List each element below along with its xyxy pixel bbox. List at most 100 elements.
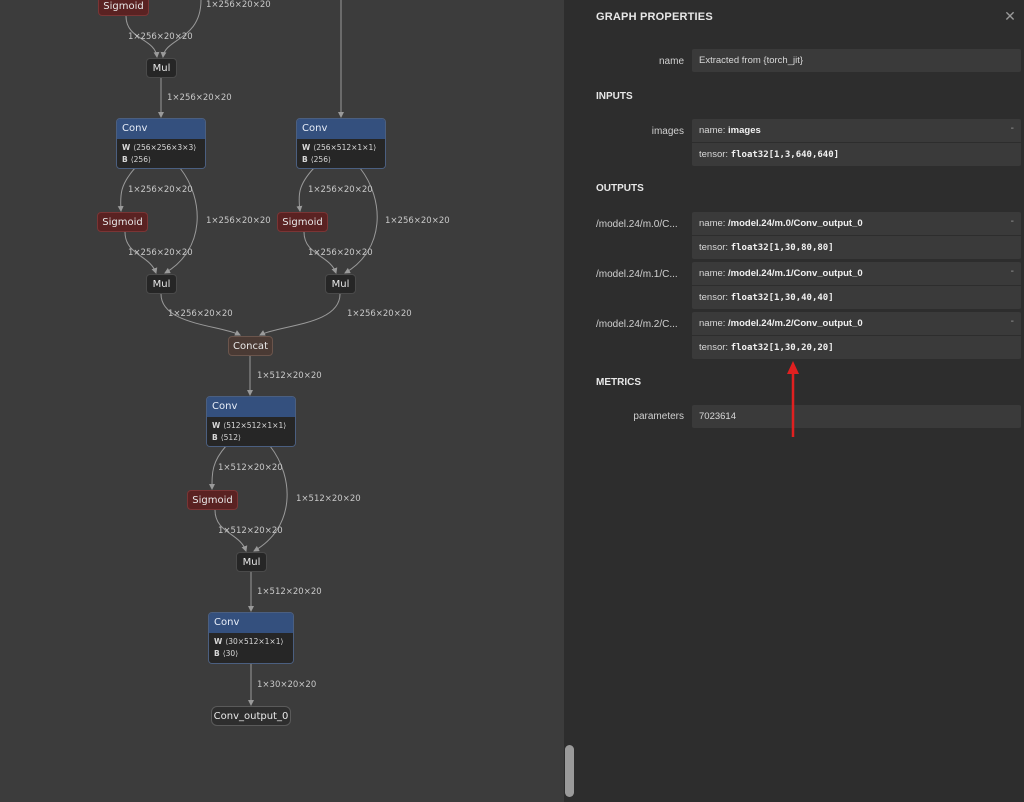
edge-label: 1×256×20×20: [128, 185, 193, 195]
edge-label: 1×256×20×20: [206, 0, 271, 10]
conv-node[interactable]: Conv W ⟨30×512×1×1⟩ B ⟨30⟩: [208, 612, 294, 664]
name-value: Extracted from {torch_jit}: [699, 55, 804, 66]
name-key: name:: [699, 268, 729, 279]
input-box[interactable]: name: images tensor: float32[1,3,640,640…: [692, 119, 1021, 166]
conv-node-attrs: W ⟨256×512×1×1⟩ B ⟨256⟩: [297, 139, 385, 168]
weight-shape: ⟨30×512×1×1⟩: [225, 637, 284, 646]
bias-key: B: [214, 649, 220, 658]
conv-node-op: Conv: [209, 613, 293, 633]
collapse-toggle[interactable]: -: [1011, 123, 1014, 134]
output-box[interactable]: name: /model.24/m.2/Conv_output_0 tensor…: [692, 312, 1021, 359]
bias-key: B: [302, 155, 308, 164]
output-tensor-line: tensor: float32[1,30,80,80]: [692, 235, 1021, 259]
conv-node[interactable]: Conv W ⟨512×512×1×1⟩ B ⟨512⟩: [206, 396, 296, 447]
output-tensor-line: tensor: float32[1,30,20,20]: [692, 335, 1021, 359]
output-tensor: float32[1,30,40,40]: [730, 293, 834, 303]
output-name-line: name: /model.24/m.1/Conv_output_0: [692, 262, 1021, 285]
name-key: name:: [699, 125, 729, 136]
edge-label: 1×512×20×20: [218, 463, 283, 473]
output-name-line: name: /model.24/m.2/Conv_output_0: [692, 312, 1021, 335]
collapse-toggle[interactable]: -: [1011, 216, 1014, 227]
output-label: /model.24/m.1/C...: [596, 269, 678, 280]
mul-node[interactable]: Mul: [146, 274, 177, 294]
weight-key: W: [214, 637, 223, 646]
mul-node[interactable]: Mul: [146, 58, 177, 78]
collapse-toggle[interactable]: -: [1011, 316, 1014, 327]
conv-node[interactable]: Conv W ⟨256×256×3×3⟩ B ⟨256⟩: [116, 118, 206, 169]
name-key: name:: [699, 218, 729, 229]
graph-scrollbar[interactable]: [565, 745, 574, 797]
output-tensor: float32[1,30,80,80]: [730, 243, 834, 253]
input-name: images: [728, 125, 761, 136]
inputs-heading: INPUTS: [596, 91, 633, 102]
bias-shape: ⟨256⟩: [130, 155, 151, 164]
output-node[interactable]: Conv_output_0: [211, 706, 291, 726]
weight-shape: ⟨256×512×1×1⟩: [313, 143, 377, 152]
bias-shape: ⟨512⟩: [220, 433, 241, 442]
output-tensor-line: tensor: float32[1,30,40,40]: [692, 285, 1021, 309]
conv-node-op: Conv: [207, 397, 295, 417]
output-name: /model.24/m.0/Conv_output_0: [728, 218, 863, 229]
output-label: /model.24/m.0/C...: [596, 219, 678, 230]
weight-shape: ⟨256×256×3×3⟩: [133, 143, 197, 152]
sigmoid-node[interactable]: Sigmoid: [277, 212, 328, 232]
edge-label: 1×512×20×20: [218, 526, 283, 536]
output-name-line: name: /model.24/m.0/Conv_output_0: [692, 212, 1021, 235]
bias-key: B: [212, 433, 218, 442]
edge-label: 1×256×20×20: [206, 216, 271, 226]
output-box[interactable]: name: /model.24/m.0/Conv_output_0 tensor…: [692, 212, 1021, 259]
parameters-value: 7023614: [699, 411, 736, 422]
edge-label: 1×256×20×20: [167, 93, 232, 103]
mul-node[interactable]: Mul: [325, 274, 356, 294]
weight-key: W: [122, 143, 131, 152]
edge-label: 1×512×20×20: [257, 371, 322, 381]
graph-canvas[interactable]: 1×256×20×20 1×256×20×20 1×256×20×20 1×25…: [0, 0, 564, 802]
conv-node-op: Conv: [297, 119, 385, 139]
output-name: /model.24/m.1/Conv_output_0: [728, 268, 863, 279]
conv-node[interactable]: Conv W ⟨256×512×1×1⟩ B ⟨256⟩: [296, 118, 386, 169]
mul-node[interactable]: Mul: [236, 552, 267, 572]
input-label: images: [651, 126, 684, 137]
edge-label: 1×256×20×20: [308, 185, 373, 195]
tensor-key: tensor:: [699, 292, 731, 303]
weight-key: W: [302, 143, 311, 152]
edge-label: 1×256×20×20: [168, 309, 233, 319]
output-tensor: float32[1,30,20,20]: [730, 343, 834, 353]
sigmoid-node[interactable]: Sigmoid: [187, 490, 238, 510]
edge-label: 1×256×20×20: [128, 32, 193, 42]
sigmoid-node[interactable]: Sigmoid: [97, 212, 148, 232]
conv-node-attrs: W ⟨30×512×1×1⟩ B ⟨30⟩: [209, 633, 293, 663]
concat-node[interactable]: Concat: [228, 336, 273, 356]
weight-key: W: [212, 421, 221, 430]
close-icon[interactable]: ✕: [1002, 8, 1018, 24]
metrics-heading: METRICS: [596, 377, 641, 388]
bias-key: B: [122, 155, 128, 164]
collapse-toggle[interactable]: -: [1011, 266, 1014, 277]
name-value-box: Extracted from {torch_jit}: [692, 49, 1021, 72]
edge-label: 1×256×20×20: [385, 216, 450, 226]
output-name: /model.24/m.2/Conv_output_0: [728, 318, 863, 329]
tensor-key: tensor:: [699, 242, 731, 253]
sigmoid-node[interactable]: Sigmoid: [98, 0, 149, 16]
input-name-line: name: images: [692, 119, 1021, 142]
edge-label: 1×30×20×20: [257, 680, 317, 690]
tensor-key: tensor:: [699, 149, 731, 160]
edge-label: 1×512×20×20: [257, 587, 322, 597]
bias-shape: ⟨256⟩: [310, 155, 331, 164]
name-label: name: [658, 56, 684, 67]
output-box[interactable]: name: /model.24/m.1/Conv_output_0 tensor…: [692, 262, 1021, 309]
conv-node-op: Conv: [117, 119, 205, 139]
input-tensor-line: tensor: float32[1,3,640,640]: [692, 142, 1021, 166]
output-label: /model.24/m.2/C...: [596, 319, 678, 330]
conv-node-attrs: W ⟨512×512×1×1⟩ B ⟨512⟩: [207, 417, 295, 446]
parameters-box: 7023614: [692, 405, 1021, 428]
tensor-key: tensor:: [699, 342, 731, 353]
weight-shape: ⟨512×512×1×1⟩: [223, 421, 287, 430]
edge-label: 1×256×20×20: [347, 309, 412, 319]
name-key: name:: [699, 318, 729, 329]
edge-label: 1×256×20×20: [128, 248, 193, 258]
edge-label: 1×256×20×20: [308, 248, 373, 258]
panel-title: GRAPH PROPERTIES: [596, 11, 713, 23]
input-tensor: float32[1,3,640,640]: [730, 150, 840, 160]
outputs-heading: OUTPUTS: [596, 183, 644, 194]
